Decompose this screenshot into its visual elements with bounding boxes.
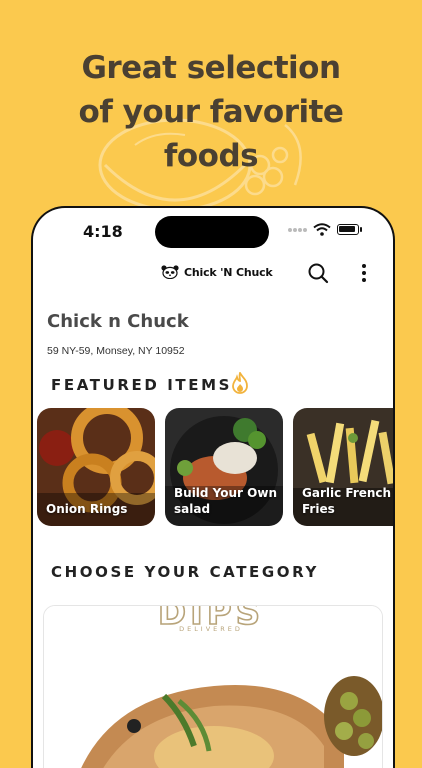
top-navbar: Chick 'N Chuck: [33, 256, 393, 292]
store-name: Chick n Chuck: [47, 311, 189, 332]
flame-icon: [232, 372, 248, 394]
featured-item-garlic-french-fries[interactable]: Garlic French Fries: [293, 408, 393, 526]
battery-tip: [360, 227, 362, 232]
more-options-icon[interactable]: [357, 261, 371, 285]
featured-items-title: FEATURED ITEMS: [51, 376, 233, 394]
dynamic-island: [155, 216, 269, 248]
signal-dots-icon: [288, 228, 307, 232]
status-bar: 4:18: [33, 208, 393, 252]
choose-category-title: CHOOSE YOUR CATEGORY: [51, 563, 319, 581]
headline-line-3: foods: [163, 138, 259, 174]
store-address: 59 NY-59, Monsey, NY 10952: [47, 345, 185, 357]
dips-delivered-logo: DIPS DELIVERED: [157, 606, 261, 634]
headline-line-1: Great selection: [81, 50, 341, 86]
headline-line-2: of your favorite: [78, 94, 344, 130]
battery-icon: [337, 224, 359, 235]
svg-text:DELIVERED: DELIVERED: [179, 625, 243, 633]
panda-icon: [161, 265, 179, 279]
featured-item-build-your-own-salad[interactable]: Build Your Own salad: [165, 408, 283, 526]
category-card-dips[interactable]: DIPS DELIVERED: [43, 605, 383, 768]
phone-frame: 4:18 Chick 'N Chuck Chick n Chuck 59 NY-…: [31, 206, 395, 768]
featured-item-label: Garlic French Fries: [302, 486, 392, 516]
featured-item-onion-rings[interactable]: Onion Rings: [37, 408, 155, 526]
featured-items-carousel[interactable]: Onion Rings Build Your Own salad Garlic …: [37, 408, 393, 528]
featured-item-label: Build Your Own salad: [174, 486, 277, 516]
wifi-icon: [313, 223, 331, 236]
marketing-headline: Great selection of your favorite foods: [0, 46, 422, 178]
status-time: 4:18: [83, 222, 123, 241]
search-icon[interactable]: [307, 262, 329, 284]
featured-item-label: Onion Rings: [46, 502, 128, 516]
app-logo[interactable]: Chick 'N Chuck: [161, 265, 273, 279]
logo-text: Chick 'N Chuck: [184, 265, 273, 279]
